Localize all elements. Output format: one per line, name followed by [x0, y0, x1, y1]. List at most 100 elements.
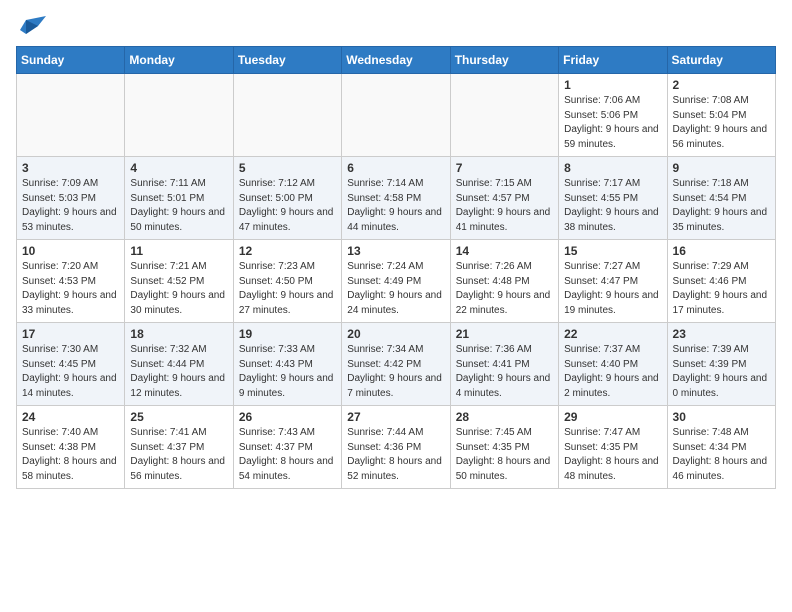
day-info: Sunrise: 7:09 AM Sunset: 5:03 PM Dayligh…: [22, 177, 119, 235]
day-info: Sunrise: 7:17 AM Sunset: 4:55 PM Dayligh…: [564, 177, 661, 235]
day-number: 17: [22, 327, 119, 341]
day-number: 15: [564, 244, 661, 258]
logo: [16, 16, 48, 34]
day-number: 1: [564, 78, 661, 92]
calendar-cell: [233, 74, 341, 157]
calendar-cell: 29Sunrise: 7:47 AM Sunset: 4:35 PM Dayli…: [559, 406, 667, 489]
day-info: Sunrise: 7:34 AM Sunset: 4:42 PM Dayligh…: [347, 343, 444, 401]
day-info: Sunrise: 7:48 AM Sunset: 4:34 PM Dayligh…: [673, 426, 770, 484]
day-info: Sunrise: 7:43 AM Sunset: 4:37 PM Dayligh…: [239, 426, 336, 484]
day-number: 26: [239, 410, 336, 424]
day-info: Sunrise: 7:27 AM Sunset: 4:47 PM Dayligh…: [564, 260, 661, 318]
calendar-cell: 28 Sunrise: 7:45 AM Sunset: 4:35 PM Dayli…: [450, 406, 558, 489]
calendar-cell: 3Sunrise: 7:09 AM Sunset: 5:03 PM Daylig…: [17, 157, 125, 240]
day-info: Sunrise: 7:23 AM Sunset: 4:50 PM Dayligh…: [239, 260, 336, 318]
day-number: 21: [456, 327, 553, 341]
calendar-cell: 17 Sunrise: 7:30 AM Sunset: 4:45 PM Dayli…: [17, 323, 125, 406]
day-number: 27: [347, 410, 444, 424]
day-info: Sunrise: 7:30 AM Sunset: 4:45 PM Dayligh…: [22, 343, 119, 401]
calendar-cell: 4Sunrise: 7:11 AM Sunset: 5:01 PM Daylig…: [125, 157, 233, 240]
day-number: 18: [130, 327, 227, 341]
calendar-cell: 20 Sunrise: 7:34 AM Sunset: 4:42 PM Dayli…: [342, 323, 450, 406]
calendar-cell: 7 Sunrise: 7:15 AM Sunset: 4:57 PM Daylig…: [450, 157, 558, 240]
calendar-cell: [17, 74, 125, 157]
day-number: 5: [239, 161, 336, 175]
day-info: Sunrise: 7:15 AM Sunset: 4:57 PM Dayligh…: [456, 177, 553, 235]
day-info: Sunrise: 7:20 AM Sunset: 4:53 PM Dayligh…: [22, 260, 119, 318]
day-info: Sunrise: 7:40 AM Sunset: 4:38 PM Dayligh…: [22, 426, 119, 484]
calendar-week-row: 1 Sunrise: 7:06 AM Sunset: 5:06 PM Daylig…: [17, 74, 776, 157]
day-number: 10: [22, 244, 119, 258]
calendar-week-row: 3Sunrise: 7:09 AM Sunset: 5:03 PM Daylig…: [17, 157, 776, 240]
calendar-table: SundayMondayTuesdayWednesdayThursdayFrid…: [16, 46, 776, 489]
day-info: Sunrise: 7:24 AM Sunset: 4:49 PM Dayligh…: [347, 260, 444, 318]
calendar-cell: 24 Sunrise: 7:40 AM Sunset: 4:38 PM Dayli…: [17, 406, 125, 489]
day-info: Sunrise: 7:32 AM Sunset: 4:44 PM Dayligh…: [130, 343, 227, 401]
day-number: 8: [564, 161, 661, 175]
day-number: 19: [239, 327, 336, 341]
day-number: 11: [130, 244, 227, 258]
calendar-cell: 25 Sunrise: 7:41 AM Sunset: 4:37 PM Dayli…: [125, 406, 233, 489]
day-info: Sunrise: 7:44 AM Sunset: 4:36 PM Dayligh…: [347, 426, 444, 484]
day-info: Sunrise: 7:37 AM Sunset: 4:40 PM Dayligh…: [564, 343, 661, 401]
day-info: Sunrise: 7:41 AM Sunset: 4:37 PM Dayligh…: [130, 426, 227, 484]
calendar-cell: 22 Sunrise: 7:37 AM Sunset: 4:40 PM Dayli…: [559, 323, 667, 406]
calendar-cell: 23 Sunrise: 7:39 AM Sunset: 4:39 PM Dayli…: [667, 323, 775, 406]
calendar-cell: 10 Sunrise: 7:20 AM Sunset: 4:53 PM Dayli…: [17, 240, 125, 323]
calendar-header-row: SundayMondayTuesdayWednesdayThursdayFrid…: [17, 47, 776, 74]
day-number: 25: [130, 410, 227, 424]
calendar-week-row: 24 Sunrise: 7:40 AM Sunset: 4:38 PM Dayli…: [17, 406, 776, 489]
day-info: Sunrise: 7:12 AM Sunset: 5:00 PM Dayligh…: [239, 177, 336, 235]
calendar-cell: 8 Sunrise: 7:17 AM Sunset: 4:55 PM Daylig…: [559, 157, 667, 240]
calendar-cell: 12Sunrise: 7:23 AM Sunset: 4:50 PM Dayli…: [233, 240, 341, 323]
logo-bird-icon: [18, 16, 48, 38]
day-number: 13: [347, 244, 444, 258]
calendar-cell: 15 Sunrise: 7:27 AM Sunset: 4:47 PM Dayli…: [559, 240, 667, 323]
day-number: 6: [347, 161, 444, 175]
day-number: 30: [673, 410, 770, 424]
day-info: Sunrise: 7:21 AM Sunset: 4:52 PM Dayligh…: [130, 260, 227, 318]
calendar-cell: 19 Sunrise: 7:33 AM Sunset: 4:43 PM Dayli…: [233, 323, 341, 406]
day-info: Sunrise: 7:47 AM Sunset: 4:35 PM Dayligh…: [564, 426, 661, 484]
column-header-friday: Friday: [559, 47, 667, 74]
day-number: 28: [456, 410, 553, 424]
column-header-monday: Monday: [125, 47, 233, 74]
column-header-thursday: Thursday: [450, 47, 558, 74]
day-info: Sunrise: 7:33 AM Sunset: 4:43 PM Dayligh…: [239, 343, 336, 401]
column-header-wednesday: Wednesday: [342, 47, 450, 74]
day-info: Sunrise: 7:45 AM Sunset: 4:35 PM Dayligh…: [456, 426, 553, 484]
day-number: 9: [673, 161, 770, 175]
day-number: 24: [22, 410, 119, 424]
day-number: 23: [673, 327, 770, 341]
calendar-cell: 30 Sunrise: 7:48 AM Sunset: 4:34 PM Dayli…: [667, 406, 775, 489]
day-info: Sunrise: 7:08 AM Sunset: 5:04 PM Dayligh…: [673, 94, 770, 152]
calendar-cell: [450, 74, 558, 157]
day-number: 7: [456, 161, 553, 175]
calendar-cell: 1 Sunrise: 7:06 AM Sunset: 5:06 PM Daylig…: [559, 74, 667, 157]
calendar-cell: 2Sunrise: 7:08 AM Sunset: 5:04 PM Daylig…: [667, 74, 775, 157]
day-info: Sunrise: 7:26 AM Sunset: 4:48 PM Dayligh…: [456, 260, 553, 318]
day-info: Sunrise: 7:14 AM Sunset: 4:58 PM Dayligh…: [347, 177, 444, 235]
column-header-sunday: Sunday: [17, 47, 125, 74]
calendar-cell: 13 Sunrise: 7:24 AM Sunset: 4:49 PM Dayli…: [342, 240, 450, 323]
calendar-week-row: 17 Sunrise: 7:30 AM Sunset: 4:45 PM Dayli…: [17, 323, 776, 406]
day-info: Sunrise: 7:06 AM Sunset: 5:06 PM Dayligh…: [564, 94, 661, 152]
day-info: Sunrise: 7:29 AM Sunset: 4:46 PM Dayligh…: [673, 260, 770, 318]
day-number: 20: [347, 327, 444, 341]
calendar-cell: 26 Sunrise: 7:43 AM Sunset: 4:37 PM Dayli…: [233, 406, 341, 489]
day-number: 22: [564, 327, 661, 341]
calendar-week-row: 10 Sunrise: 7:20 AM Sunset: 4:53 PM Dayli…: [17, 240, 776, 323]
calendar-cell: 5 Sunrise: 7:12 AM Sunset: 5:00 PM Daylig…: [233, 157, 341, 240]
calendar-cell: 18 Sunrise: 7:32 AM Sunset: 4:44 PM Dayli…: [125, 323, 233, 406]
day-info: Sunrise: 7:39 AM Sunset: 4:39 PM Dayligh…: [673, 343, 770, 401]
calendar-cell: 14 Sunrise: 7:26 AM Sunset: 4:48 PM Dayli…: [450, 240, 558, 323]
calendar-cell: 21Sunrise: 7:36 AM Sunset: 4:41 PM Dayli…: [450, 323, 558, 406]
calendar-cell: 27 Sunrise: 7:44 AM Sunset: 4:36 PM Dayli…: [342, 406, 450, 489]
calendar-cell: 11 Sunrise: 7:21 AM Sunset: 4:52 PM Dayli…: [125, 240, 233, 323]
day-number: 14: [456, 244, 553, 258]
calendar-cell: [125, 74, 233, 157]
column-header-saturday: Saturday: [667, 47, 775, 74]
calendar-cell: 16Sunrise: 7:29 AM Sunset: 4:46 PM Dayli…: [667, 240, 775, 323]
calendar-cell: 9Sunrise: 7:18 AM Sunset: 4:54 PM Daylig…: [667, 157, 775, 240]
day-number: 4: [130, 161, 227, 175]
